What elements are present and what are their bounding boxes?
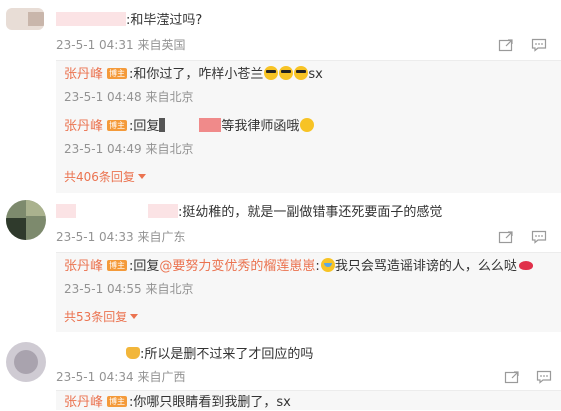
comment-icon[interactable] bbox=[531, 230, 547, 244]
blogger-badge: 博主 bbox=[107, 396, 128, 407]
reply-text: 张丹峰 博主:你哪只眼睛看到我删了，sx bbox=[64, 395, 291, 410]
reply-count-link[interactable]: 共406条回复 bbox=[64, 170, 146, 185]
location: 来自英国 bbox=[137, 38, 186, 52]
sunglasses-emoji-icon bbox=[264, 66, 279, 80]
timestamp: 23-5-1 04:31 bbox=[56, 38, 134, 52]
location: 来自广东 bbox=[137, 230, 186, 244]
timestamp: 23-5-1 04:55 bbox=[64, 282, 142, 296]
comment-icon[interactable] bbox=[536, 370, 552, 384]
author-name[interactable]: 张丹峰 bbox=[64, 119, 103, 134]
location: 来自北京 bbox=[145, 142, 194, 156]
laugh-cry-emoji-icon bbox=[320, 258, 335, 272]
author-name[interactable]: 张丹峰 bbox=[64, 259, 103, 274]
crown-emoji-icon bbox=[126, 347, 140, 359]
kiss-lips-icon bbox=[518, 261, 533, 270]
reply-text: 张丹峰 博主:回复 等我律师函哦 bbox=[64, 118, 315, 135]
sunglasses-emoji-icon bbox=[294, 66, 309, 80]
timestamp: 23-5-1 04:49 bbox=[64, 142, 142, 156]
comment-icon[interactable] bbox=[531, 38, 547, 52]
chevron-down-icon bbox=[130, 314, 139, 319]
avatar[interactable] bbox=[6, 342, 46, 382]
laugh-cry-emoji-icon bbox=[300, 118, 315, 132]
reply-text: 张丹峰 博主:回复@要努力变优秀的榴莲崽崽: 我只会骂造谣诽谤的人，么么哒 bbox=[64, 258, 533, 275]
blurred-username[interactable] bbox=[56, 12, 126, 26]
comment-meta: 23-5-1 04:34 来自广西 bbox=[56, 370, 185, 385]
chevron-down-icon bbox=[137, 174, 146, 179]
reply-meta: 23-5-1 04:55 来自北京 bbox=[64, 282, 193, 297]
avatar[interactable] bbox=[6, 200, 46, 240]
author-name[interactable]: 张丹峰 bbox=[64, 67, 103, 82]
location: 来自北京 bbox=[145, 282, 194, 296]
forward-icon[interactable] bbox=[498, 38, 514, 52]
reply-meta: 23-5-1 04:48 来自北京 bbox=[64, 90, 193, 105]
blurred-username[interactable] bbox=[148, 204, 178, 218]
blogger-badge: 博主 bbox=[107, 260, 128, 271]
comment-text: :挺幼稚的，就是一副做错事还死要面子的感觉 bbox=[56, 204, 442, 221]
forward-icon[interactable] bbox=[504, 370, 520, 384]
timestamp: 23-5-1 04:48 bbox=[64, 90, 142, 104]
reply-meta: 23-5-1 04:49 来自北京 bbox=[64, 142, 193, 157]
comment-meta: 23-5-1 04:31 来自英国 bbox=[56, 38, 185, 53]
blurred-mention[interactable] bbox=[199, 118, 222, 132]
timestamp: 23-5-1 04:34 bbox=[56, 370, 134, 384]
blurred-username[interactable] bbox=[56, 204, 76, 218]
sunglasses-emoji-icon bbox=[279, 66, 294, 80]
forward-icon[interactable] bbox=[498, 230, 514, 244]
timestamp: 23-5-1 04:33 bbox=[56, 230, 134, 244]
blogger-badge: 博主 bbox=[107, 120, 128, 131]
blurred-mention[interactable] bbox=[159, 118, 200, 132]
comment-text: :和毕滢过吗? bbox=[56, 12, 202, 29]
comment-text: :所以是删不过来了才回应的吗 bbox=[56, 346, 313, 363]
reply-text: 张丹峰 博主:和你过了，咋样小苍兰 sx bbox=[64, 66, 323, 82]
author-name[interactable]: 张丹峰 bbox=[64, 395, 103, 410]
location: 来自北京 bbox=[145, 90, 194, 104]
blogger-badge: 博主 bbox=[107, 68, 128, 79]
reply-count-link[interactable]: 共53条回复 bbox=[64, 310, 139, 325]
comment-meta: 23-5-1 04:33 来自广东 bbox=[56, 230, 185, 245]
blurred-username[interactable] bbox=[56, 346, 126, 360]
avatar[interactable] bbox=[6, 8, 44, 30]
mention-link[interactable]: @要努力变优秀的榴莲崽崽 bbox=[159, 259, 315, 274]
location: 来自广西 bbox=[137, 370, 186, 384]
